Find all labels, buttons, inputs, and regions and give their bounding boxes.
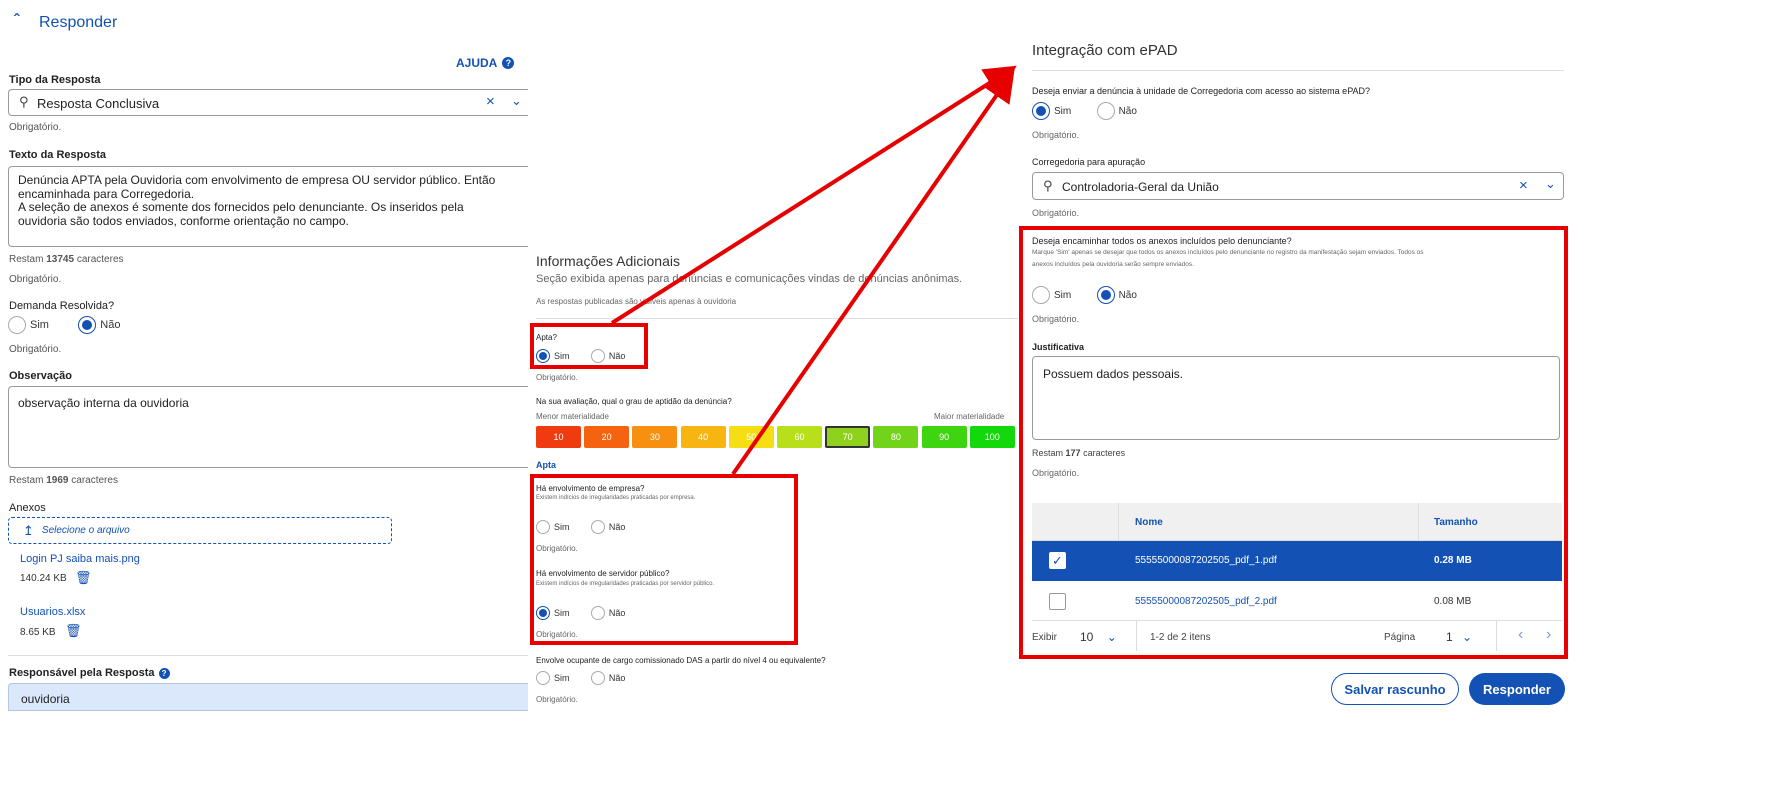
arrow-line [731, 69, 1015, 476]
annotation-arrows [610, 65, 1017, 476]
arrow-line [610, 65, 1017, 325]
